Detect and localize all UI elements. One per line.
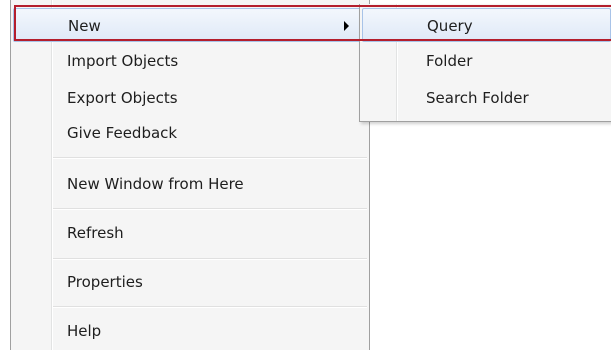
submenu-item-label: Search Folder [426, 89, 529, 107]
submenu-item-folder[interactable]: Folder [360, 44, 611, 78]
menu-separator [53, 208, 367, 210]
new-submenu: Query Folder Search Folder [359, 4, 611, 122]
menu-item-label: Export Objects [67, 89, 178, 107]
submenu-item-query[interactable]: Query [362, 8, 611, 42]
menu-item-export-objects[interactable]: Export Objects [11, 81, 369, 115]
menu-item-label: Properties [67, 273, 143, 291]
menu-separator [53, 306, 367, 308]
context-menu: New Import Objects Export Objects Give F… [10, 0, 370, 350]
submenu-item-label: Folder [426, 52, 473, 70]
menu-separator [53, 258, 367, 260]
submenu-item-search-folder[interactable]: Search Folder [360, 81, 611, 115]
menu-item-label: Give Feedback [67, 124, 178, 142]
menu-item-help[interactable]: Help [11, 314, 369, 348]
menu-item-new-window-from-here[interactable]: New Window from Here [11, 167, 369, 201]
menu-item-import-objects[interactable]: Import Objects [11, 44, 369, 78]
menu-item-properties[interactable]: Properties [11, 265, 369, 299]
menu-item-label: Refresh [67, 224, 124, 242]
menu-item-give-feedback[interactable]: Give Feedback [11, 116, 369, 150]
menu-item-label: New Window from Here [67, 175, 244, 193]
submenu-arrow-icon [344, 21, 349, 31]
menu-item-label: Help [67, 322, 102, 340]
menu-separator [53, 157, 367, 159]
menu-item-new[interactable]: New [13, 8, 367, 42]
submenu-item-label: Query [427, 17, 473, 35]
menu-item-refresh[interactable]: Refresh [11, 216, 369, 250]
menu-item-label: Import Objects [67, 52, 179, 70]
menu-item-label: New [68, 17, 101, 35]
